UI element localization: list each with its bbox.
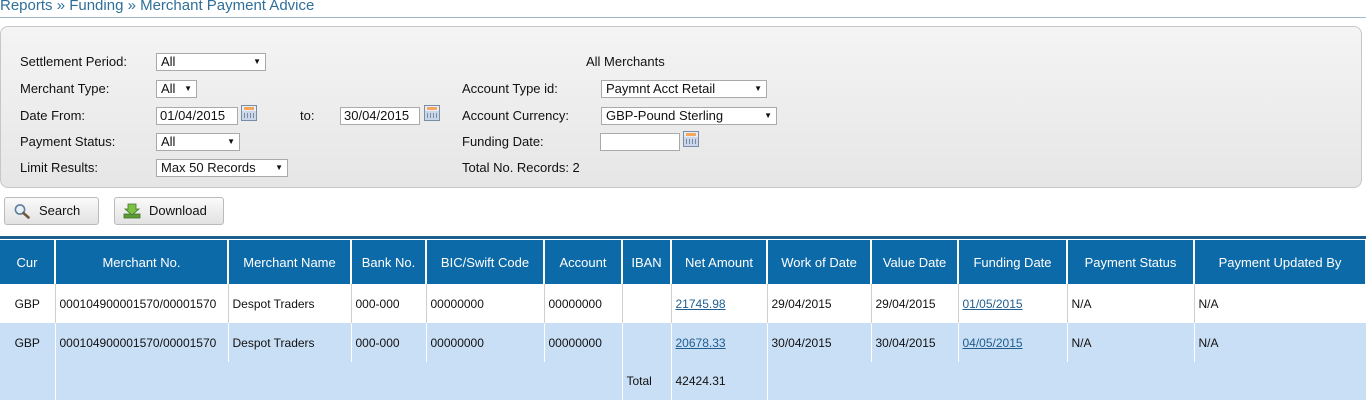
cell-bic: 00000000 [426,284,545,323]
cell-bank-no: 000-000 [351,323,427,362]
table-header-row: Cur Merchant No. Merchant Name Bank No. … [0,240,1366,284]
net-amount-link[interactable]: 20678.33 [676,336,726,350]
total-records-label: Total No. Records: 2 [462,160,580,175]
col-header-net-amount[interactable]: Net Amount [671,240,768,284]
limit-results-label: Limit Results: [20,160,99,175]
funding-date-label: Funding Date: [462,134,544,149]
total-trailing-spacer [767,362,1366,400]
cell-net-amount: 20678.33 [671,323,768,362]
cell-funding-date: 04/05/2015 [958,323,1068,362]
account-currency-label: Account Currency: [462,108,569,123]
col-header-merchant-name[interactable]: Merchant Name [228,240,352,284]
cell-cur: GBP [0,284,56,323]
col-header-bank-no[interactable]: Bank No. [351,240,427,284]
total-row: Total 42424.31 [0,362,1366,400]
cell-iban [622,284,672,323]
cell-work-date: 30/04/2015 [767,323,872,362]
col-header-value-date[interactable]: Value Date [871,240,959,284]
col-header-cur[interactable]: Cur [0,240,56,284]
magnifier-icon [14,204,30,219]
cell-merchant-no: 000104900001570/00001570 [55,323,229,362]
funding-date-input[interactable] [600,133,680,151]
payment-status-select[interactable]: All ▼ [156,133,240,151]
settlement-period-label: Settlement Period: [20,54,127,69]
chevron-down-icon: ▼ [275,163,283,172]
cell-merchant-name: Despot Traders [228,284,352,323]
col-header-account[interactable]: Account [544,240,623,284]
date-from-label: Date From: [20,108,86,123]
col-header-funding-date[interactable]: Funding Date [958,240,1068,284]
cell-bic: 00000000 [426,323,545,362]
funding-date-link[interactable]: 01/05/2015 [963,297,1023,311]
chevron-down-icon: ▼ [764,111,772,120]
cell-bank-no: 000-000 [351,284,427,323]
grid-top-rule [0,236,1366,239]
date-to-label: to: [300,108,315,123]
table-row: GBP 000104900001570/00001570 Despot Trad… [0,323,1366,362]
total-label: Total [622,362,672,400]
calendar-icon[interactable] [241,105,257,121]
limit-results-select[interactable]: Max 50 Records ▼ [156,159,288,177]
chevron-down-icon: ▼ [184,84,192,93]
payment-advice-table: Cur Merchant No. Merchant Name Bank No. … [0,240,1366,400]
date-to-input[interactable]: 30/04/2015 [340,107,420,125]
cell-merchant-no: 000104900001570/00001570 [55,284,229,323]
breadcrumb-divider [0,17,1366,18]
date-from-input[interactable]: 01/04/2015 [156,107,238,125]
col-header-payment-status[interactable]: Payment Status [1067,240,1195,284]
cell-merchant-name: Despot Traders [228,323,352,362]
payment-status-label: Payment Status: [20,134,116,149]
cell-net-amount: 21745.98 [671,284,768,323]
col-header-work-date[interactable]: Work of Date [767,240,872,284]
total-spacer [55,362,623,400]
net-amount-link[interactable]: 21745.98 [676,297,726,311]
table-row: GBP 000104900001570/00001570 Despot Trad… [0,284,1366,323]
download-button[interactable]: Download [114,197,224,225]
download-button-label: Download [149,203,207,218]
cell-payment-status: N/A [1067,323,1195,362]
funding-date-link[interactable]: 04/05/2015 [963,336,1023,350]
merchant-type-label: Merchant Type: [20,81,110,96]
calendar-icon[interactable] [683,131,699,147]
calendar-icon[interactable] [424,105,440,121]
total-value: 42424.31 [671,362,768,400]
cell-updated-by: N/A [1194,284,1366,323]
col-header-payment-updated-by[interactable]: Payment Updated By [1194,240,1366,284]
chevron-down-icon: ▼ [253,57,261,66]
cell-updated-by: N/A [1194,323,1366,362]
search-button[interactable]: Search [4,197,99,225]
chevron-down-icon: ▼ [227,137,235,146]
merchant-type-select[interactable]: All ▼ [156,80,197,98]
col-header-merchant-no[interactable]: Merchant No. [55,240,229,284]
cell-value-date: 30/04/2015 [871,323,959,362]
cell-account: 00000000 [544,323,623,362]
cell-work-date: 29/04/2015 [767,284,872,323]
total-empty-cell [0,362,56,400]
cell-funding-date: 01/05/2015 [958,284,1068,323]
settlement-period-select[interactable]: All ▼ [156,53,266,71]
cell-value-date: 29/04/2015 [871,284,959,323]
col-header-bic[interactable]: BIC/Swift Code [426,240,545,284]
cell-payment-status: N/A [1067,284,1195,323]
account-type-label: Account Type id: [462,81,558,96]
cell-iban [622,323,672,362]
account-currency-select[interactable]: GBP-Pound Sterling ▼ [601,107,777,125]
cell-cur: GBP [0,323,56,362]
cell-account: 00000000 [544,284,623,323]
all-merchants-label: All Merchants [586,54,665,69]
account-type-select[interactable]: Paymnt Acct Retail ▼ [601,80,767,98]
download-icon [123,203,141,219]
breadcrumb: Reports » Funding » Merchant Payment Adv… [0,0,315,14]
chevron-down-icon: ▼ [754,84,762,93]
col-header-iban[interactable]: IBAN [622,240,672,284]
search-button-label: Search [39,203,81,218]
